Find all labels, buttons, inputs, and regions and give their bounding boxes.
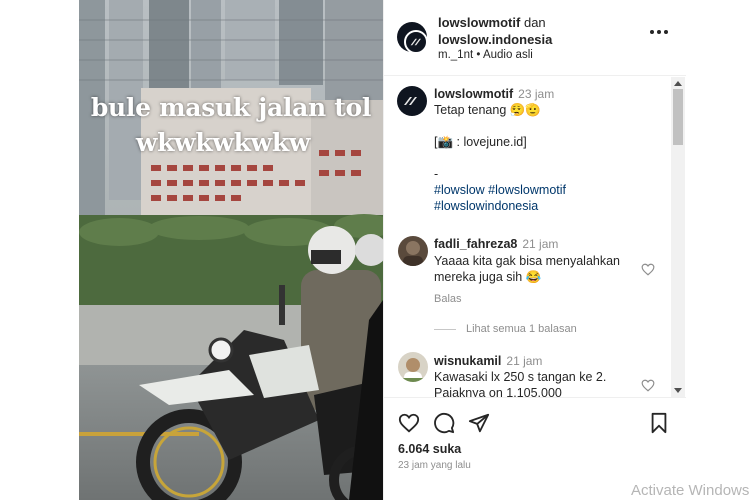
- caption-header: lowslowmotif 23 jam: [434, 86, 554, 103]
- brand-logo-icon: [404, 97, 417, 105]
- comment-username[interactable]: wisnukamil: [434, 354, 501, 368]
- comment-time: 21 jam: [522, 237, 559, 251]
- post-timestamp: 23 jam yang lalu: [398, 460, 471, 471]
- comment-reply-button[interactable]: Balas: [434, 293, 462, 305]
- scroll-down-arrow-icon[interactable]: [674, 388, 682, 393]
- post-header: lowslowmotif dan lowslow.indonesia m._1n…: [384, 0, 686, 76]
- view-replies-label: Lihat semua 1 balasan: [466, 323, 577, 335]
- comment-header: wisnukamil 21 jam: [434, 353, 542, 370]
- comment-text-line1: Yaaaa kita gak bisa menyalahkan: [434, 254, 620, 268]
- like-count[interactable]: 6.064 suka: [398, 442, 461, 456]
- windows-activation-watermark: Activate Windows: [631, 482, 750, 499]
- caption-hashtags-2[interactable]: #lowslowindonesia: [434, 198, 538, 215]
- bookmark-icon[interactable]: [648, 412, 670, 434]
- replies-divider: [434, 328, 456, 330]
- user-photo-icon: [403, 241, 423, 266]
- audio-label[interactable]: m._1nt • Audio asli: [438, 49, 533, 61]
- view-replies-button[interactable]: Lihat semua 1 balasan: [434, 323, 577, 335]
- comment-header: fadli_fahreza8 21 jam: [434, 236, 558, 253]
- caption-time: 23 jam: [518, 87, 555, 101]
- coauthor-username[interactable]: lowslow.indonesia: [438, 31, 552, 48]
- commenter-avatar[interactable]: [398, 352, 428, 382]
- share-icon[interactable]: [468, 412, 490, 434]
- comment-text-line2: mereka juga sih 😂: [434, 270, 542, 284]
- post-video[interactable]: bule masuk jalan tol wkwkwkwkw: [79, 0, 383, 500]
- user-photo-icon: [398, 358, 428, 382]
- video-frame: [79, 0, 383, 500]
- caption-text-line1: Tetap tenang 😮‍💨🫡: [434, 103, 541, 117]
- comment-username[interactable]: fadli_fahreza8: [434, 237, 517, 251]
- comment-like-heart-icon[interactable]: [641, 379, 655, 392]
- comment-time: 21 jam: [506, 354, 543, 368]
- comments-section[interactable]: lowslowmotif 23 jam Tetap tenang 😮‍💨🫡 [📸 …: [384, 77, 686, 397]
- post-authors: lowslowmotif dan lowslow.indonesia: [438, 14, 552, 48]
- caption-hashtags-1[interactable]: #lowslow #lowslowmotif: [434, 182, 566, 199]
- caption-avatar[interactable]: [397, 86, 427, 116]
- comment-text-line1: Kawasaki lx 250 s tangan ke 2.: [434, 370, 607, 384]
- coauthor-avatar[interactable]: [404, 30, 428, 54]
- caption-text-line2: [📸 : lovejune.id]: [434, 135, 527, 149]
- brand-logo-icon: [410, 38, 421, 46]
- comment-text-line2: Pajaknya on 1.105.000: [434, 386, 562, 397]
- heart-icon[interactable]: [398, 412, 420, 434]
- video-caption-line2: wkwkwkwkw: [135, 128, 311, 157]
- comment-like-heart-icon[interactable]: [641, 263, 655, 276]
- comment-icon[interactable]: [433, 412, 455, 434]
- video-caption-line1: bule masuk jalan tol: [90, 93, 372, 122]
- more-options-icon[interactable]: [650, 30, 668, 36]
- author-username[interactable]: lowslowmotif: [438, 15, 520, 30]
- post-details-panel: lowslowmotif dan lowslow.indonesia m._1n…: [383, 0, 686, 500]
- scroll-up-arrow-icon[interactable]: [674, 81, 682, 86]
- comments-scrollbar[interactable]: [671, 77, 685, 397]
- commenter-avatar[interactable]: [398, 236, 428, 266]
- author-connector: dan: [523, 15, 546, 30]
- caption-text-line3: -: [434, 167, 439, 181]
- scrollbar-thumb[interactable]: [673, 89, 683, 145]
- caption-username[interactable]: lowslowmotif: [434, 87, 513, 101]
